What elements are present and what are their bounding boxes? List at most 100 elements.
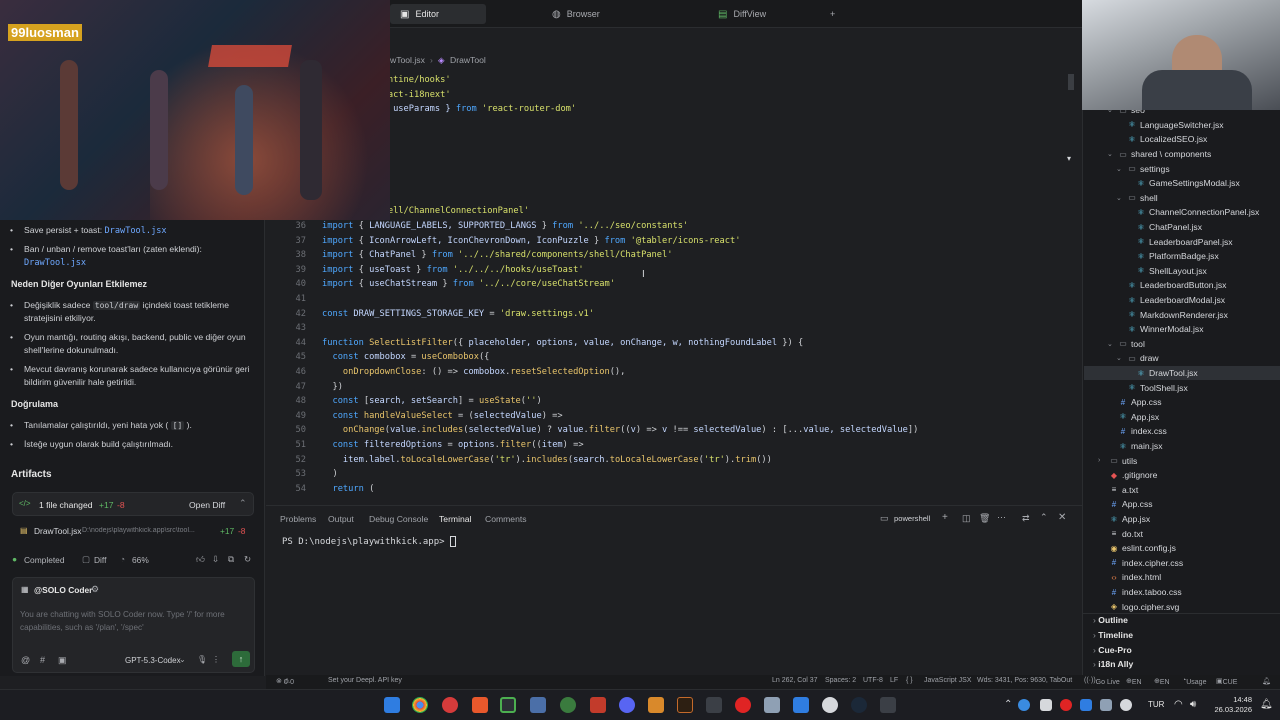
tab-browser[interactable]: ◍ Browser	[542, 4, 610, 24]
section-cue-pro[interactable]: › Cue-Pro	[1093, 645, 1132, 655]
tray-app-icon[interactable]	[1040, 699, 1052, 711]
explorer-file[interactable]: ⚛ main.jsx	[1107, 439, 1162, 454]
volume-icon[interactable]: 🔊︎	[1190, 699, 1196, 710]
explorer-file[interactable]: ⚛ LeaderboardPanel.jsx	[1125, 234, 1232, 249]
encoding[interactable]: UTF-8	[863, 677, 883, 684]
tab-terminal[interactable]: Terminal	[439, 514, 471, 524]
explorer-file[interactable]: ◈ logo.cipher.svg	[1098, 599, 1179, 614]
line-ending[interactable]: LF	[890, 677, 898, 684]
chrome-icon[interactable]	[412, 697, 428, 713]
code-line[interactable]: 50 onChange(value.includes(selectedValue…	[266, 423, 1066, 438]
code-line[interactable]: 54 return (	[266, 482, 1066, 497]
chat-input-box[interactable]: ▦ @SOLO Coder ⚙ You are chatting with SO…	[12, 577, 255, 673]
deepl-status[interactable]: Set your Deepl. API key	[328, 677, 402, 684]
explorer-folder[interactable]: ⌄ ▭ shared \ components	[1107, 147, 1211, 162]
tab-editor[interactable]: ▣ Editor	[390, 4, 486, 24]
language-mode[interactable]: JavaScript JSX	[924, 677, 971, 684]
explorer-file[interactable]: ‹› index.html	[1098, 570, 1161, 585]
explorer-file[interactable]: ◉ eslint.config.js	[1098, 541, 1176, 556]
terminal-output[interactable]: PS D:\nodejs\playwithkick.app>	[282, 536, 456, 547]
explorer-folder[interactable]: ⌄ ▭ settings	[1116, 161, 1170, 176]
code-line[interactable]: 37 import { IconArrowLeft, IconChevronDow…	[266, 234, 1066, 249]
tray-app-icon[interactable]	[1120, 699, 1132, 711]
vlc-icon[interactable]	[648, 697, 664, 713]
adobe-icon[interactable]	[677, 697, 693, 713]
split-terminal-icon[interactable]: ◫	[962, 513, 971, 524]
notifications-icon[interactable]: 🔔︎	[1262, 677, 1271, 685]
section-i18n-ally[interactable]: › i18n Ally	[1093, 659, 1133, 669]
chat-input-placeholder[interactable]: You are chatting with SOLO Coder now. Ty…	[20, 608, 225, 634]
code-line[interactable]: 52 item.label.toLocaleLowerCase('tr').in…	[266, 453, 1066, 468]
open-diff-button[interactable]: Open Diff	[189, 500, 225, 510]
obs-icon[interactable]	[822, 697, 838, 713]
explorer-folder[interactable]: › ▭ utils	[1098, 453, 1137, 468]
usage-indicator[interactable]: ◔ Usage	[1182, 677, 1206, 686]
trash-icon[interactable]: 🗑︎	[979, 513, 990, 524]
explorer-file[interactable]: ⚛ ChannelConnectionPanel.jsx	[1125, 205, 1259, 220]
options-icon[interactable]: ⋮	[212, 655, 220, 664]
section-timeline[interactable]: › Timeline	[1093, 630, 1133, 640]
explorer-file[interactable]: ⚛ MarkdownRenderer.jsx	[1116, 307, 1227, 322]
code-line[interactable]: 42 const DRAW_SETTINGS_STORAGE_KEY = 'dra…	[266, 307, 1066, 322]
indentation[interactable]: Spaces: 2	[825, 677, 856, 684]
retry-icon[interactable]: ↻	[244, 554, 251, 564]
code-line[interactable]: 45 const combobox = useCombobox({	[266, 350, 1066, 365]
explorer-file[interactable]: ⚛ LeaderboardButton.jsx	[1116, 278, 1226, 293]
tab-diffview[interactable]: ▤ DiffView	[708, 4, 776, 24]
explorer-file[interactable]: ⚛ PlatformBadge.jsx	[1125, 249, 1218, 264]
vivaldi-icon[interactable]	[442, 697, 458, 713]
notification-center-icon[interactable]: 🔔︎	[1260, 699, 1273, 710]
explorer-file[interactable]: ⚛ GameSettingsModal.jsx	[1125, 176, 1239, 191]
explorer-file[interactable]: ≡ a.txt	[1098, 483, 1139, 498]
agent-settings-icon[interactable]: ⚙	[91, 584, 99, 595]
model-selector[interactable]: GPT-5.3-Codex	[125, 656, 181, 665]
image-icon[interactable]: ▣	[58, 655, 67, 666]
tab-debug-console[interactable]: Debug Console	[369, 514, 428, 524]
word-count[interactable]: Wds: 3431, Pos: 9630, TabOut	[977, 677, 1072, 684]
cursor-position[interactable]: Ln 262, Col 37	[772, 677, 818, 684]
code-line[interactable]: 40 import { useChatStream } from '../../c…	[266, 277, 1066, 292]
copy-icon[interactable]: ⧉	[228, 554, 234, 565]
tray-app-icon[interactable]	[1080, 699, 1092, 711]
explorer-folder[interactable]: ⌄ ▭ tool	[1107, 337, 1145, 352]
thumbs-down-icon[interactable]: ⇩	[212, 554, 219, 564]
explorer-file[interactable]: ⚛ LeaderboardModal.jsx	[1116, 293, 1225, 308]
explorer-file[interactable]: ⚛ DrawTool.jsx	[1084, 365, 1280, 381]
add-tab-button[interactable]: +	[820, 4, 845, 24]
tab-output[interactable]: Output	[328, 514, 354, 524]
code-line[interactable]: 43	[266, 321, 1066, 336]
explorer-folder[interactable]: ⌄ ▭ shell	[1116, 191, 1158, 206]
more-actions-icon[interactable]: ⋯	[997, 512, 1006, 523]
add-terminal-icon[interactable]: +	[942, 512, 948, 523]
code-line[interactable]: 48 const [search, setSearch] = useState(…	[266, 394, 1066, 409]
brave-icon[interactable]	[472, 697, 488, 713]
mention-icon[interactable]: @	[21, 655, 30, 665]
code-line[interactable]: 46 onDropdownClose: () => combobox.reset…	[266, 365, 1066, 380]
diff-button[interactable]: Diff	[94, 555, 106, 565]
explorer-file[interactable]: # index.css	[1107, 424, 1167, 439]
windows-start-icon[interactable]	[384, 697, 400, 713]
panel-settings-icon[interactable]: ⇄	[1022, 513, 1030, 524]
collapse-icon[interactable]: ⌃	[239, 498, 247, 509]
hash-icon[interactable]: #	[40, 655, 45, 665]
explorer-file[interactable]: ⚛ LanguageSwitcher.jsx	[1116, 118, 1223, 133]
explorer-file[interactable]: ≡ do.txt	[1098, 526, 1143, 541]
code-line[interactable]: 44 function SelectListFilter({ placeholde…	[266, 336, 1066, 351]
changed-file-row[interactable]: ▤ DrawTool.jsx D:\nodejs\playwithkick.ap…	[12, 520, 254, 542]
breadcrumb-symbol[interactable]: DrawTool	[450, 55, 486, 65]
go-live-button[interactable]: ((·)) Go Live	[1084, 677, 1120, 686]
code-line[interactable]: 53 )	[266, 467, 1066, 482]
tools-icon[interactable]	[706, 697, 722, 713]
lang-indicator-1[interactable]: ⊕ EN	[1126, 677, 1142, 686]
file-link[interactable]: DrawTool.jsx	[105, 226, 167, 236]
explorer-file[interactable]: ⚛ ToolShell.jsx	[1116, 380, 1187, 395]
tray-app-icon[interactable]	[1060, 699, 1072, 711]
code-line[interactable]: 38 import { ChatPanel } from '../../share…	[266, 248, 1066, 263]
wifi-icon[interactable]: ◠	[1174, 699, 1183, 710]
explorer-file[interactable]: ◆ .gitignore	[1098, 468, 1157, 483]
thumbs-up-icon[interactable]: 👍︎	[196, 554, 205, 565]
filezilla-icon[interactable]	[590, 697, 606, 713]
record-icon[interactable]	[735, 697, 751, 713]
app-icon-2[interactable]	[880, 697, 896, 713]
explorer-file[interactable]: ⚛ App.jsx	[1098, 512, 1150, 527]
